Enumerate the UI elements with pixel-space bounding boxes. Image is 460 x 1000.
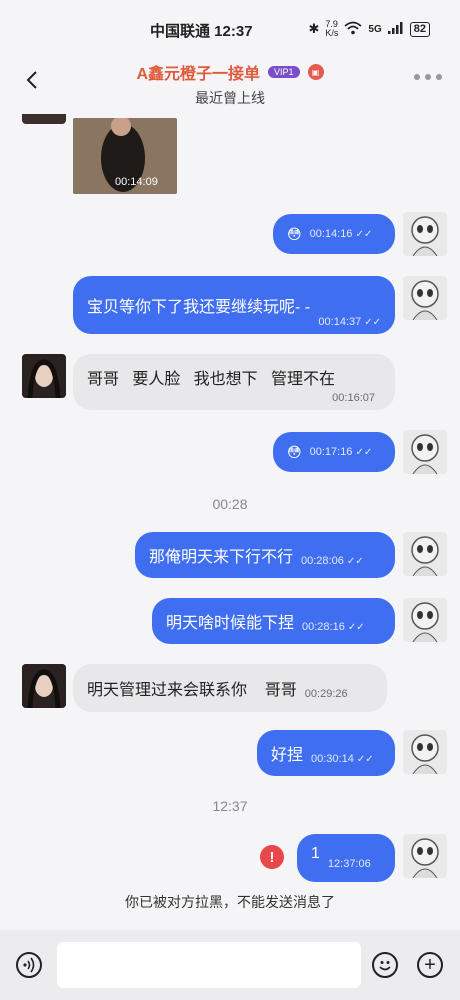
- plus-icon: +: [424, 954, 436, 976]
- message-time: 00:14:16 ✓✓: [310, 228, 373, 240]
- title-row: A鑫元橙子一接单 VIP1 ▣: [0, 60, 460, 84]
- merchant-badge-icon: ▣: [307, 64, 324, 80]
- battery-indicator: 82: [409, 21, 430, 37]
- self-avatar[interactable]: [403, 532, 447, 576]
- message-bubble[interactable]: 宝贝等你下了我还要继续玩呢- - 00:14:37 ✓✓: [73, 276, 395, 334]
- avatar-photo: [22, 664, 66, 708]
- net-speed: 7.9 K/s: [325, 20, 338, 38]
- avatar-cartoon-icon: [411, 838, 439, 878]
- message-bubble[interactable]: 1 12:37:06: [297, 834, 395, 882]
- message-bubble[interactable]: 那俺明天来下行不行 00:28:06 ✓✓: [135, 532, 395, 578]
- message-time: 00:14:37 ✓✓: [318, 316, 381, 328]
- message-time: 00:17:16 ✓✓: [310, 446, 373, 458]
- message-text: 那俺明天来下行不行: [149, 549, 294, 566]
- message-text: 明天啥时候能下捏: [166, 615, 295, 632]
- message-text: 1: [311, 845, 320, 862]
- time-divider: 12:37: [212, 798, 248, 814]
- emoji-button[interactable]: [372, 952, 398, 978]
- avatar-cartoon-icon: [411, 602, 439, 642]
- message-time-text: 00:17:16: [309, 446, 353, 458]
- status-icons: ✱ 7.9 K/s 5G 82: [308, 20, 430, 38]
- message-bubble[interactable]: 明天管理过来会联系你 哥哥 00:29:26: [73, 664, 387, 712]
- message-text: 哥哥 要人脸 我也想下 管理不在: [87, 371, 336, 388]
- message-text: 宝贝等你下了我还要继续玩呢- -: [87, 299, 311, 316]
- more-options-button[interactable]: [414, 74, 442, 80]
- message-time-text: 00:30:14: [311, 753, 354, 765]
- self-avatar[interactable]: [403, 834, 447, 878]
- message-time-text: 00:14:16: [309, 228, 353, 240]
- message-bubble[interactable]: 明天啥时候能下捏 00:28:16 ✓✓: [152, 598, 395, 644]
- dot-icon: [425, 74, 431, 80]
- message-input[interactable]: [57, 942, 361, 988]
- wifi-icon: [344, 21, 362, 38]
- read-check-icon: ✓✓: [364, 317, 381, 328]
- self-avatar[interactable]: [403, 212, 447, 256]
- dot-icon: [436, 74, 442, 80]
- read-check-icon: ✓✓: [347, 622, 365, 633]
- smiley-icon: [379, 961, 391, 971]
- send-failed-icon[interactable]: !: [260, 845, 284, 869]
- read-check-icon: ✓✓: [355, 229, 373, 240]
- message-text: 明天管理过来会联系你 哥哥: [87, 682, 297, 699]
- more-actions-button[interactable]: +: [417, 952, 443, 978]
- dot-icon: [414, 74, 420, 80]
- emoji: 😳: [287, 225, 302, 242]
- vip-badge: VIP1: [268, 66, 300, 78]
- message-bubble[interactable]: 好捏 00:30:14 ✓✓: [257, 730, 395, 776]
- contact-name[interactable]: A鑫元橙子一接单: [136, 60, 260, 84]
- net-type: 5G: [368, 23, 382, 35]
- avatar-cartoon-icon: [411, 280, 439, 320]
- self-avatar[interactable]: [403, 430, 447, 474]
- self-avatar[interactable]: [403, 276, 447, 320]
- avatar-cartoon-icon: [411, 434, 439, 474]
- message-time-text: 00:28:16: [302, 621, 345, 633]
- message-list[interactable]: 00:14:09 😳 00:14:16 ✓✓ 宝贝等你下了我还要继续玩呢- - 0…: [0, 114, 460, 930]
- voice-wave-icon: [23, 957, 35, 973]
- message-text: 好捏: [271, 747, 304, 764]
- message-time-text: 00:14:37: [318, 316, 362, 328]
- message-time-text: 00:28:06: [301, 555, 344, 567]
- self-avatar[interactable]: [403, 598, 447, 642]
- message-time: 00:28:16 ✓✓: [302, 621, 365, 633]
- video-message[interactable]: 00:14:09: [73, 118, 177, 194]
- message-time-text: 00:16:07: [332, 392, 375, 404]
- message-time: 00:30:14 ✓✓: [311, 753, 374, 765]
- message-bubble[interactable]: 😳 00:17:16 ✓✓: [273, 432, 395, 472]
- avatar-cartoon-icon: [411, 734, 439, 774]
- contact-avatar[interactable]: [22, 354, 66, 398]
- avatar-photo: [22, 354, 66, 398]
- message-time-text: 12:37:06: [327, 858, 371, 870]
- carrier-time: 中国联通 12:37: [150, 23, 253, 40]
- net-speed-unit: K/s: [325, 28, 339, 38]
- read-check-icon: ✓✓: [356, 754, 374, 765]
- read-check-icon: ✓✓: [355, 447, 373, 458]
- chat-header: A鑫元橙子一接单 VIP1 ▣ 最近曾上线: [0, 52, 460, 114]
- status-bar: 中国联通 12:37 ✱ 7.9 K/s 5G 82: [0, 0, 460, 52]
- contact-avatar[interactable]: [22, 114, 66, 124]
- input-bar: +: [0, 930, 460, 1000]
- bluetooth-icon: ✱: [308, 21, 320, 36]
- contact-avatar[interactable]: [22, 664, 66, 708]
- emoji: 😳: [287, 443, 302, 460]
- signal-icon: [387, 21, 404, 37]
- avatar-cartoon-icon: [411, 216, 439, 256]
- message-bubble[interactable]: 😳 00:14:16 ✓✓: [273, 214, 395, 254]
- blocked-notice: 你已被对方拉黑，不能发送消息了: [125, 894, 335, 910]
- message-bubble[interactable]: 哥哥 要人脸 我也想下 管理不在 00:16:07: [73, 354, 395, 410]
- time-divider: 00:28: [212, 496, 248, 512]
- message-time-text: 00:29:26: [304, 688, 348, 700]
- video-duration: 00:14:09: [115, 176, 158, 188]
- avatar-cartoon-icon: [411, 536, 439, 576]
- voice-input-button[interactable]: [16, 952, 42, 978]
- online-status: 最近曾上线: [195, 90, 265, 106]
- self-avatar[interactable]: [403, 730, 447, 774]
- message-time: 00:28:06 ✓✓: [301, 555, 364, 567]
- read-check-icon: ✓✓: [346, 556, 364, 567]
